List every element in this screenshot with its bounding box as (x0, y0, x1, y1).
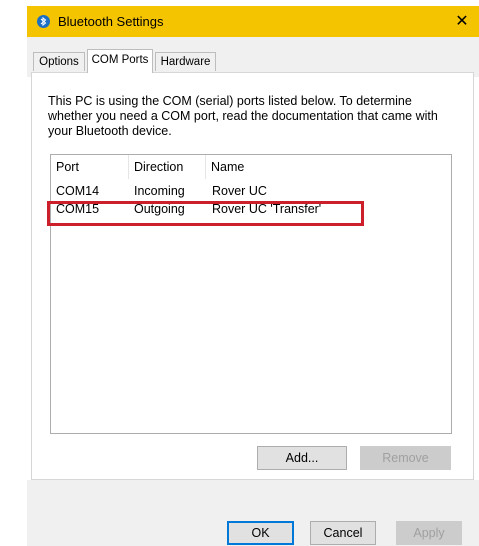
row-port: COM15 (56, 202, 100, 216)
window-title: Bluetooth Settings (58, 14, 164, 29)
row-direction: Incoming (134, 184, 185, 198)
remove-button[interactable]: Remove (360, 446, 451, 470)
title-bar: Bluetooth Settings ✕ (27, 6, 479, 37)
bluetooth-settings-dialog: Bluetooth Settings ✕ Options COM Ports H… (27, 6, 479, 546)
add-button[interactable]: Add... (257, 446, 347, 470)
row-name: Rover UC 'Transfer' (212, 202, 322, 216)
tab-options[interactable]: Options (33, 52, 85, 71)
com-ports-panel: This PC is using the COM (serial) ports … (31, 72, 474, 480)
tab-strip: Options COM Ports Hardware (27, 37, 479, 77)
bluetooth-icon (37, 15, 50, 28)
column-header-name[interactable]: Name (206, 155, 451, 179)
row-name: Rover UC (212, 184, 267, 198)
dialog-footer: OK Cancel Apply (27, 480, 479, 546)
column-header-port[interactable]: Port (51, 155, 129, 179)
com-ports-list[interactable]: Port Direction Name COM14 Incoming Rover… (50, 154, 452, 434)
tab-com-ports[interactable]: COM Ports (87, 49, 153, 73)
row-direction: Outgoing (134, 202, 185, 216)
tab-hardware[interactable]: Hardware (155, 52, 216, 71)
com-ports-description: This PC is using the COM (serial) ports … (48, 94, 438, 138)
cancel-button[interactable]: Cancel (310, 521, 376, 545)
close-icon[interactable]: ✕ (453, 12, 471, 30)
row-port: COM14 (56, 184, 100, 198)
ok-button[interactable]: OK (227, 521, 294, 545)
apply-button[interactable]: Apply (396, 521, 462, 545)
column-header-direction[interactable]: Direction (129, 155, 206, 179)
